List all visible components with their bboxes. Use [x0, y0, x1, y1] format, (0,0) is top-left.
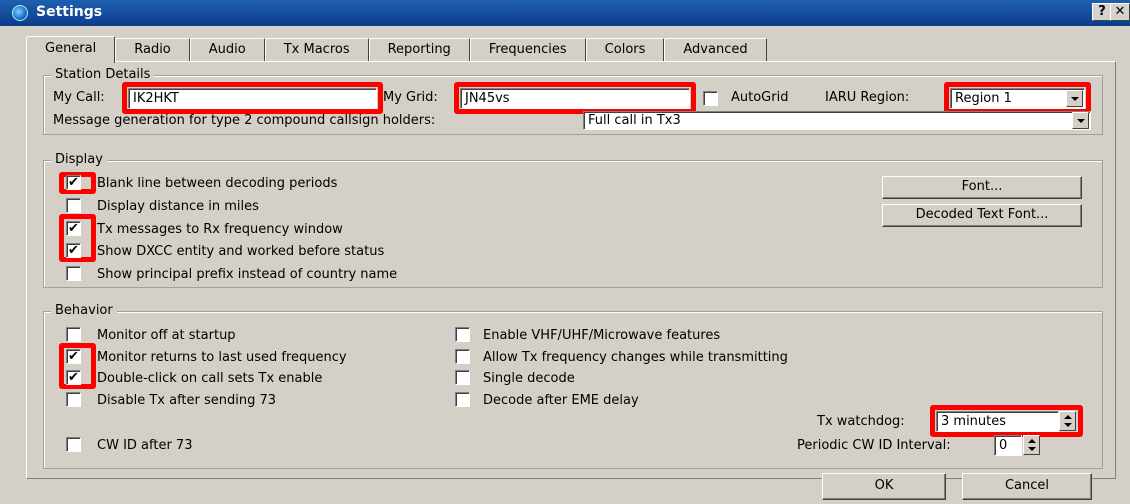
my-call-label: My Call: — [53, 90, 105, 105]
iaru-region-select[interactable]: Region 1 — [950, 88, 1085, 109]
distance-miles-checkbox[interactable] — [66, 198, 81, 213]
blank-line-label: Blank line between decoding periods — [97, 176, 338, 191]
my-grid-field[interactable]: JN45vs — [460, 88, 690, 109]
principal-prefix-checkbox[interactable] — [66, 266, 81, 281]
autogrid-checkbox[interactable] — [703, 91, 718, 106]
settings-dialog: General Radio Audio Tx Macros Reporting … — [0, 26, 1130, 504]
monitor-returns-checkbox[interactable]: ✔ — [66, 349, 81, 364]
tx-watchdog-label: Tx watchdog: — [817, 414, 905, 429]
periodic-cw-spinbox[interactable]: 0 — [994, 435, 1022, 456]
station-details-title: Station Details — [51, 67, 155, 82]
msg-gen-select[interactable]: Full call in Tx3 — [583, 111, 1091, 130]
tab-radio[interactable]: Radio — [115, 38, 190, 62]
distance-miles-label: Display distance in miles — [97, 199, 259, 214]
tx-watchdog-spin-arrows-icon[interactable] — [1059, 411, 1076, 431]
tx-to-rx-checkbox[interactable]: ✔ — [66, 221, 81, 236]
autogrid-label: AutoGrid — [731, 90, 789, 105]
principal-prefix-label: Show principal prefix instead of country… — [97, 267, 398, 282]
tab-audio[interactable]: Audio — [189, 38, 265, 62]
periodic-cw-spin-arrows-icon[interactable] — [1023, 435, 1040, 455]
tab-general[interactable]: General — [26, 36, 116, 63]
single-decode-label: Single decode — [483, 371, 575, 386]
periodic-cw-label: Periodic CW ID Interval: — [797, 438, 951, 453]
tab-tx-macros[interactable]: Tx Macros — [264, 38, 369, 62]
display-title: Display — [51, 152, 107, 167]
msg-gen-dropdown-arrow-icon[interactable] — [1072, 112, 1089, 129]
iaru-region-label: IARU Region: — [825, 90, 910, 105]
double-click-label: Double-click on call sets Tx enable — [97, 371, 323, 386]
globe-icon — [12, 5, 28, 21]
iaru-region-value: Region 1 — [955, 91, 1012, 106]
blank-line-checkbox[interactable]: ✔ — [66, 175, 81, 190]
iaru-dropdown-arrow-icon[interactable] — [1066, 90, 1083, 107]
double-click-checkbox[interactable]: ✔ — [66, 370, 81, 385]
tx-to-rx-label: Tx messages to Rx frequency window — [97, 222, 343, 237]
disable-tx-label: Disable Tx after sending 73 — [97, 393, 277, 408]
tab-bar: General Radio Audio Tx Macros Reporting … — [26, 36, 767, 63]
behavior-title: Behavior — [51, 303, 117, 318]
decoded-text-font-button[interactable]: Decoded Text Font... — [882, 204, 1082, 227]
msg-gen-value: Full call in Tx3 — [588, 113, 681, 128]
tab-colors[interactable]: Colors — [585, 38, 665, 62]
allow-tx-change-label: Allow Tx frequency changes while transmi… — [483, 350, 788, 365]
eme-delay-checkbox[interactable] — [455, 392, 470, 407]
msg-gen-label: Message generation for type 2 compound c… — [53, 113, 436, 128]
single-decode-checkbox[interactable] — [455, 370, 470, 385]
cw-id-checkbox[interactable] — [66, 437, 81, 452]
disable-tx-checkbox[interactable] — [66, 392, 81, 407]
eme-delay-label: Decode after EME delay — [483, 393, 639, 408]
font-button[interactable]: Font... — [882, 176, 1082, 199]
cancel-button[interactable]: Cancel — [962, 473, 1092, 500]
monitor-returns-label: Monitor returns to last used frequency — [97, 350, 347, 365]
tab-reporting[interactable]: Reporting — [368, 38, 470, 62]
tab-advanced[interactable]: Advanced — [664, 38, 767, 62]
dxcc-label: Show DXCC entity and worked before statu… — [97, 244, 385, 259]
monitor-off-checkbox[interactable] — [66, 327, 81, 342]
close-button[interactable]: ✕ — [1110, 3, 1130, 21]
cw-id-label: CW ID after 73 — [97, 438, 193, 453]
title-bar: Settings ? ✕ — [0, 0, 1130, 26]
general-panel: Station Details My Call: IK2HKT My Grid:… — [26, 61, 1116, 479]
my-call-field[interactable]: IK2HKT — [128, 88, 377, 109]
window-title: Settings — [36, 4, 103, 20]
vhf-features-label: Enable VHF/UHF/Microwave features — [483, 328, 721, 343]
allow-tx-change-checkbox[interactable] — [455, 349, 470, 364]
vhf-features-checkbox[interactable] — [455, 327, 470, 342]
help-button[interactable]: ? — [1092, 3, 1112, 21]
tab-frequencies[interactable]: Frequencies — [469, 38, 586, 62]
dxcc-checkbox[interactable]: ✔ — [66, 243, 81, 258]
tx-watchdog-spinbox[interactable]: 3 minutes — [936, 411, 1059, 432]
monitor-off-label: Monitor off at startup — [97, 328, 236, 343]
ok-button[interactable]: OK — [822, 473, 946, 500]
my-grid-label: My Grid: — [383, 90, 438, 105]
